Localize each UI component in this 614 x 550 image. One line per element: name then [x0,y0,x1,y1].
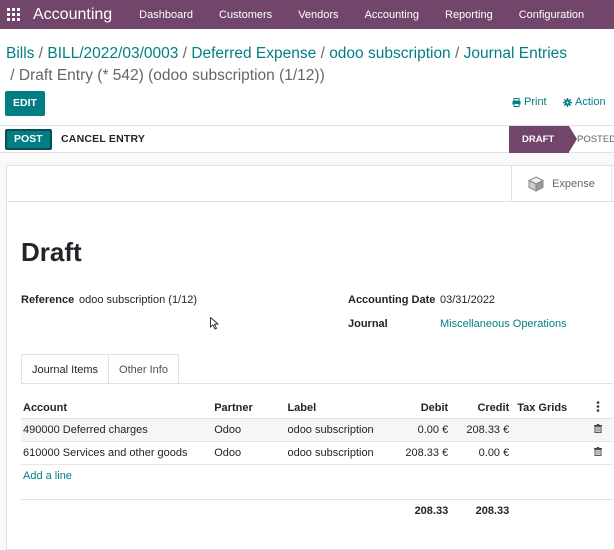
smart-button-box: Expense [7,166,614,202]
breadcrumb-odoo-subscription[interactable]: odoo subscription [329,45,451,62]
expense-label: Expense [552,178,595,190]
breadcrumb-journal-entries[interactable]: Journal Entries [464,45,567,62]
cell-label[interactable]: odoo subscription [285,441,388,465]
print-button[interactable]: Print [512,96,547,108]
cell-account[interactable]: 610000 Services and other goods [21,441,213,465]
breadcrumb-bills[interactable]: Bills [6,45,34,62]
print-label: Print [524,96,547,108]
breadcrumb: Bills / BILL/2022/03/0003 / Deferred Exp… [6,45,568,84]
menu-vendors[interactable]: Vendors [298,9,338,21]
table-row[interactable]: 610000 Services and other goods Odoo odo… [21,441,613,465]
trash-icon[interactable] [593,423,602,433]
tab-journal-items[interactable]: Journal Items [21,354,110,384]
cell-delete[interactable] [582,441,613,465]
cell-account[interactable]: 490000 Deferred charges [21,418,213,442]
total-debit: 208.33 [387,498,451,523]
table-header-row: Account Partner Label Debit Credit Tax G… [21,398,613,419]
header-debit[interactable]: Debit [387,398,451,419]
form-sheet: Expense Draft Reference odoo subscriptio… [6,165,614,550]
gear-icon [563,97,572,107]
apps-menu-icon[interactable] [6,8,20,22]
tabs-divider [21,383,613,384]
stage-posted[interactable]: POSTED [577,126,614,153]
cube-icon [528,176,545,192]
action-label: Action [575,96,606,108]
expense-smart-button[interactable]: Expense [511,166,612,202]
trash-icon[interactable] [593,446,602,456]
add-line-link[interactable]: Add a line [23,470,72,482]
cancel-entry-button[interactable]: CANCEL ENTRY [61,133,145,145]
stage-draft[interactable]: DRAFT [509,126,577,153]
accounting-date-label: Accounting Date [348,294,436,306]
header-label[interactable]: Label [285,398,388,419]
top-navbar: Accounting Dashboard Customers Vendors A… [0,0,614,29]
breadcrumb-deferred-expense[interactable]: Deferred Expense [191,45,316,62]
accounting-date-field[interactable]: 03/31/2022 [440,294,495,306]
total-credit: 208.33 [450,498,512,523]
status-bar: POST CANCEL ENTRY DRAFT POSTED [0,126,614,153]
cell-credit[interactable]: 208.33 € [450,418,512,442]
edit-button[interactable]: EDIT [5,91,45,116]
control-panel: Bills / BILL/2022/03/0003 / Deferred Exp… [0,29,614,126]
totals-row: 208.33 208.33 [21,498,613,523]
header-partner[interactable]: Partner [212,398,286,419]
table-row[interactable]: 490000 Deferred charges Odoo odoo subscr… [21,418,613,442]
menu-reporting[interactable]: Reporting [445,9,493,21]
cell-debit[interactable]: 0.00 € [387,418,451,442]
kebab-menu-icon[interactable] [596,400,600,412]
mouse-cursor-icon [210,317,219,330]
journal-items-table: Account Partner Label Debit Credit Tax G… [21,398,613,523]
breadcrumb-bill[interactable]: BILL/2022/03/0003 [47,45,178,62]
reference-field[interactable]: odoo subscription (1/12) [79,294,197,306]
header-tax-grids[interactable]: Tax Grids [511,398,583,419]
cell-partner[interactable]: Odoo [212,441,286,465]
header-account[interactable]: Account [21,398,213,419]
post-button[interactable]: POST [5,129,52,150]
cell-tax-grids[interactable] [511,441,583,465]
cell-tax-grids[interactable] [511,418,583,442]
journal-field[interactable]: Miscellaneous Operations [440,318,567,330]
header-credit[interactable]: Credit [450,398,512,419]
app-name[interactable]: Accounting [33,6,112,24]
menu-customers[interactable]: Customers [219,9,272,21]
notebook-tabs: Journal Items Other Info [21,354,179,384]
menu-dashboard[interactable]: Dashboard [139,9,193,21]
add-line-row: Add a line [21,464,613,487]
breadcrumb-current: Draft Entry (* 542) (odoo subscription (… [18,67,325,84]
menu-configuration[interactable]: Configuration [519,9,584,21]
menu-accounting[interactable]: Accounting [365,9,419,21]
header-optional-columns[interactable] [582,398,613,419]
cell-label[interactable]: odoo subscription [285,418,388,442]
print-icon [512,97,521,107]
reference-label: Reference [21,294,75,306]
record-title: Draft [21,237,82,267]
cell-partner[interactable]: Odoo [212,418,286,442]
tab-other-info[interactable]: Other Info [109,354,179,384]
cell-delete[interactable] [582,418,613,442]
action-button[interactable]: Action [563,96,606,108]
cell-credit[interactable]: 0.00 € [450,441,512,465]
journal-label: Journal [348,318,388,330]
cell-debit[interactable]: 208.33 € [387,441,451,465]
spacer-row [21,487,613,499]
